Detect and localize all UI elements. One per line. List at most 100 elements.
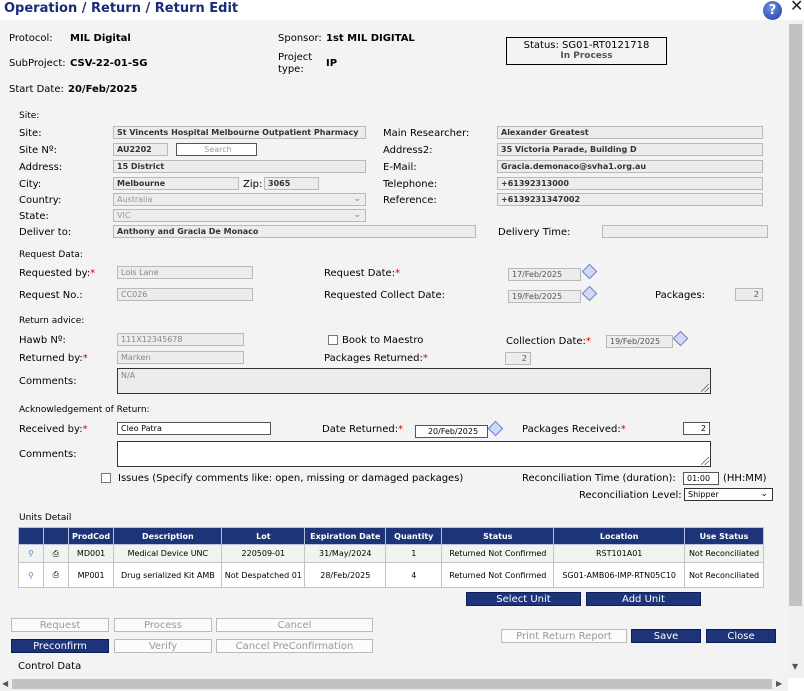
cell-expiration: 28/Feb/2025: [304, 562, 387, 588]
zip-field[interactable]: 3065: [264, 177, 319, 190]
table-row[interactable]: ⚲ ⎙ MP001 Drug serialized Kit AMB Not De…: [18, 562, 764, 588]
process-button[interactable]: Process: [114, 618, 212, 632]
verify-button[interactable]: Verify: [114, 639, 212, 653]
deliver-to-field[interactable]: Anthony and Gracia De Monaco: [113, 225, 476, 238]
col-quantity[interactable]: Quantity: [385, 527, 443, 545]
main-researcher-field[interactable]: Alexander Greatest: [497, 126, 763, 139]
col-use-status[interactable]: Use Status: [684, 527, 764, 545]
cell-quantity: 4: [385, 562, 443, 588]
scroll-left-icon[interactable]: ◀: [2, 679, 8, 688]
resize-grip-icon[interactable]: [701, 457, 709, 465]
address-label: Address:: [19, 162, 63, 173]
returned-by-field[interactable]: Marken: [117, 351, 244, 364]
col-lot[interactable]: Lot: [221, 527, 306, 545]
collection-date-label: Collection Date:*: [506, 336, 591, 347]
print-icon[interactable]: ⎙: [42, 562, 69, 588]
col-description[interactable]: Description: [113, 527, 223, 545]
close-button[interactable]: Close: [706, 629, 776, 643]
scroll-down-icon[interactable]: ▼: [792, 662, 798, 671]
packages-received-field[interactable]: 2: [683, 422, 710, 435]
packages-received-label: Packages Received:*: [522, 424, 626, 435]
search-button[interactable]: Search: [176, 143, 257, 156]
col-prodcod[interactable]: ProdCod: [67, 527, 115, 545]
control-data-label: Control Data: [18, 661, 82, 672]
book-to-maestro-label: Book to Maestro: [342, 335, 424, 346]
request-button[interactable]: Request: [11, 618, 109, 632]
required-marker: *: [82, 353, 88, 364]
site-no-field[interactable]: AU2202: [113, 143, 168, 156]
city-label: City:: [19, 179, 42, 190]
country-select[interactable]: Australia ⌄: [113, 193, 366, 206]
recon-time-label: Reconciliation Time (duration):: [522, 473, 676, 484]
requested-by-field[interactable]: Lois Lane: [117, 266, 253, 279]
project-type-value: IP: [326, 58, 338, 69]
request-no-field[interactable]: CC026: [117, 288, 253, 301]
address-field[interactable]: 15 District: [113, 160, 366, 173]
acknowledgement-section-title: Acknowledgement of Return:: [19, 405, 150, 415]
select-unit-button[interactable]: Select Unit: [466, 592, 581, 606]
chevron-down-icon: ⌄: [760, 489, 768, 499]
return-comments-field[interactable]: N/A: [117, 368, 711, 394]
cell-use-status: Not Reconciliated: [684, 544, 764, 563]
view-icon[interactable]: ⚲: [18, 562, 44, 588]
city-field[interactable]: Melbourne: [113, 177, 239, 190]
delivery-time-field[interactable]: [602, 225, 768, 238]
collection-date-field[interactable]: 19/Feb/2025: [606, 335, 673, 348]
state-select[interactable]: VIC ⌄: [113, 209, 366, 222]
email-field[interactable]: Gracia.demonaco@svha1.org.au: [497, 160, 763, 173]
ack-comments-field[interactable]: [117, 441, 711, 467]
date-returned-field[interactable]: 20/Feb/2025: [415, 425, 488, 438]
title-bar: Operation / Return / Return Edit ?: [0, 0, 789, 20]
packages-returned-field[interactable]: 2: [505, 352, 531, 365]
horizontal-scroll-thumb[interactable]: [12, 679, 772, 689]
save-button[interactable]: Save: [631, 629, 701, 643]
col-status[interactable]: Status: [441, 527, 555, 545]
issues-checkbox[interactable]: [101, 473, 111, 483]
request-section-title: Request Data:: [19, 250, 83, 260]
add-unit-button[interactable]: Add Unit: [586, 592, 701, 606]
required-marker: *: [585, 336, 591, 347]
print-icon[interactable]: ⎙: [42, 544, 69, 563]
cell-prodcod: MD001: [67, 544, 115, 563]
country-value: Australia: [117, 195, 153, 204]
site-no-label: Site Nº:: [19, 145, 57, 156]
address2-field[interactable]: 35 Victoria Parade, Building D: [497, 143, 763, 156]
received-by-field[interactable]: Cleo Patra: [117, 422, 271, 435]
scroll-right-icon[interactable]: ▶: [776, 679, 782, 688]
view-icon[interactable]: ⚲: [18, 544, 44, 563]
project-type-label-1: Project: [278, 52, 313, 63]
close-icon[interactable]: ✕: [790, 0, 803, 15]
request-no-label: Request No.:: [19, 290, 83, 301]
chevron-down-icon: ⌄: [353, 210, 361, 220]
preconfirm-button[interactable]: Preconfirm: [11, 639, 109, 653]
telephone-field[interactable]: +61392313000: [497, 177, 763, 190]
deliver-to-label: Deliver to:: [19, 227, 72, 238]
zip-label: Zip:: [243, 179, 263, 190]
collect-date-field[interactable]: 19/Feb/2025: [508, 290, 581, 303]
hawb-field[interactable]: 111X12345678: [117, 333, 244, 346]
reference-field[interactable]: +6139231347002: [497, 193, 763, 206]
start-date-label: Start Date:: [9, 84, 64, 95]
resize-grip-icon[interactable]: [701, 384, 709, 392]
cancel-button[interactable]: Cancel: [216, 618, 373, 632]
cancel-preconfirmation-button[interactable]: Cancel PreConfirmation: [216, 639, 373, 653]
request-date-field[interactable]: 17/Feb/2025: [508, 268, 581, 281]
col-expiration[interactable]: Expiration Date: [304, 527, 387, 545]
protocol-value: MIL Digital: [70, 33, 131, 44]
return-comments-label: Comments:: [19, 376, 77, 387]
packages-label: Packages:: [655, 290, 706, 301]
site-field[interactable]: St Vincents Hospital Melbourne Outpatien…: [113, 126, 366, 139]
print-return-report-button[interactable]: Print Return Report: [501, 629, 627, 643]
status-text: Status: SG01-RT0121718: [523, 40, 650, 51]
recon-time-field[interactable]: 01:00: [683, 472, 719, 485]
vertical-scroll-thumb[interactable]: [789, 24, 802, 606]
col-location[interactable]: Location: [553, 527, 686, 545]
recon-level-select[interactable]: Shipper ⌄: [684, 488, 773, 501]
book-to-maestro-checkbox[interactable]: [328, 335, 338, 345]
table-row[interactable]: ⚲ ⎙ MD001 Medical Device UNC 220509-01 3…: [18, 544, 764, 563]
subproject-value: CSV-22-01-SG: [70, 58, 148, 69]
help-icon[interactable]: ?: [763, 1, 782, 20]
recon-level-label: Reconciliation Level:: [579, 490, 682, 501]
required-marker: *: [82, 424, 88, 435]
packages-field[interactable]: 2: [735, 288, 763, 301]
